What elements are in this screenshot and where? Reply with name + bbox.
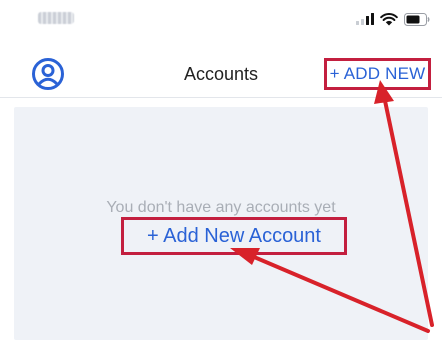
user-circle-icon [31, 58, 65, 95]
empty-state-message: You don't have any accounts yet [106, 199, 336, 216]
signal-icon [356, 13, 374, 25]
wifi-icon [380, 12, 398, 26]
add-new-account-button[interactable]: + Add New Account [121, 217, 347, 255]
header: Accounts + ADD NEW [0, 52, 442, 98]
status-icons [356, 10, 430, 28]
empty-state-panel: You don't have any accounts yet + Add Ne… [14, 107, 428, 340]
status-bar [0, 0, 442, 44]
status-time-blurred [38, 12, 74, 24]
profile-button[interactable] [31, 57, 65, 91]
header-divider [0, 97, 442, 98]
add-new-button[interactable]: + ADD NEW [324, 58, 431, 90]
battery-icon [404, 12, 430, 26]
